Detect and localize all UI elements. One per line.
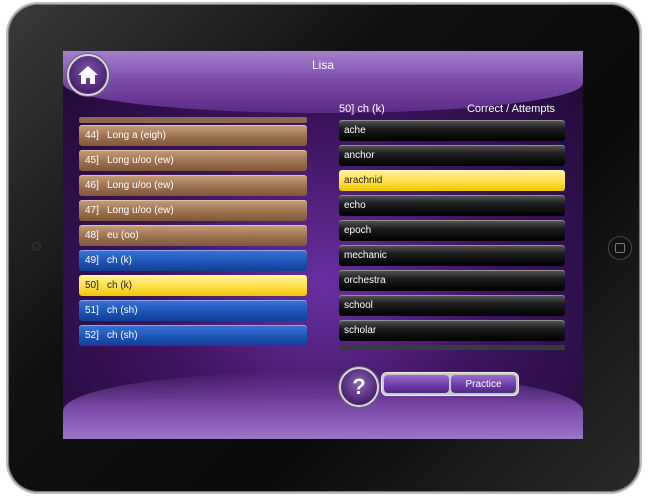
sound-item-label: eu (oo)	[107, 230, 139, 241]
sound-item-label: ch (k)	[107, 255, 132, 266]
word-label: ache	[344, 125, 366, 136]
sound-item-label: Long u/oo (ew)	[107, 155, 174, 166]
sound-item-number: 45]	[85, 155, 99, 166]
sound-item-number: 48]	[85, 230, 99, 241]
sound-list-item[interactable]: 52] ch (sh)	[79, 325, 307, 346]
help-button[interactable]: ?	[339, 367, 379, 407]
mode-left-button[interactable]	[384, 375, 449, 393]
word-label: anchor	[344, 150, 375, 161]
word-label: orchestra	[344, 275, 386, 286]
word-list-item[interactable]: ache	[339, 120, 565, 141]
sound-item-label: Long a (eigh)	[107, 130, 166, 141]
word-label: arachnid	[344, 175, 383, 186]
device-home-button[interactable]	[608, 236, 632, 260]
app-screen: Lisa 44] Long a (eigh) 45] Long u/oo (ew) 46…	[63, 51, 583, 439]
sound-item-label: ch (sh)	[107, 330, 138, 341]
sound-item-label: ch (sh)	[107, 305, 138, 316]
user-name: Lisa	[311, 58, 334, 72]
word-list-item[interactable]: epoch	[339, 220, 565, 241]
word-label: scholar	[344, 325, 377, 336]
sound-list-item[interactable]: 49] ch (k)	[79, 250, 307, 271]
sound-item-number: 46]	[85, 180, 99, 191]
word-list-item[interactable]: scholar	[339, 320, 565, 341]
word-list-bottom-bar	[339, 345, 565, 350]
sound-item-label: Long u/oo (ew)	[107, 180, 174, 191]
word-panel-header: 50] ch (k) Correct / Attempts	[339, 103, 555, 119]
sound-item-number: 52]	[85, 330, 99, 341]
sound-item-number: 50]	[85, 280, 99, 291]
mode-toggle: Practice	[381, 372, 519, 396]
word-list-item[interactable]: mechanic	[339, 245, 565, 266]
sound-list-item[interactable]: 47] Long u/oo (ew)	[79, 200, 307, 221]
practice-button[interactable]: Practice	[451, 375, 516, 393]
sound-item-number: 47]	[85, 205, 99, 216]
sound-item-label: Long u/oo (ew)	[107, 205, 174, 216]
sound-list-item[interactable]: 51] ch (sh)	[79, 300, 307, 321]
word-list-item[interactable]: orchestra	[339, 270, 565, 291]
word-label: school	[344, 300, 373, 311]
word-list-item[interactable]: anchor	[339, 145, 565, 166]
word-list-item[interactable]: school	[339, 295, 565, 316]
sound-list: 44] Long a (eigh) 45] Long u/oo (ew) 46] Long…	[79, 125, 307, 350]
sound-item-number: 44]	[85, 130, 99, 141]
sound-list-top-bar	[79, 117, 307, 123]
word-list-item[interactable]: echo	[339, 195, 565, 216]
sound-item-number: 51]	[85, 305, 99, 316]
sound-list-item[interactable]: 44] Long a (eigh)	[79, 125, 307, 146]
question-mark-icon: ?	[352, 374, 366, 399]
front-camera	[32, 242, 41, 251]
sound-list-item[interactable]: 45] Long u/oo (ew)	[79, 150, 307, 171]
sound-item-number: 49]	[85, 255, 99, 266]
house-icon	[78, 66, 98, 84]
word-list-item[interactable]: arachnid	[339, 170, 565, 191]
sound-list-item[interactable]: 46] Long u/oo (ew)	[79, 175, 307, 196]
home-button[interactable]	[67, 54, 109, 96]
sound-list-item[interactable]: 50] ch (k)	[79, 275, 307, 296]
word-label: epoch	[344, 225, 372, 236]
sound-list-item[interactable]: 48] eu (oo)	[79, 225, 307, 246]
score-header: Correct / Attempts	[466, 103, 555, 115]
word-label: echo	[344, 200, 366, 211]
word-list: ache anchor arachnid echo epoch mechanic orche…	[339, 120, 565, 345]
current-sound-label: 50] ch (k)	[339, 103, 385, 115]
sound-item-label: ch (k)	[107, 280, 132, 291]
word-label: mechanic	[344, 250, 387, 261]
